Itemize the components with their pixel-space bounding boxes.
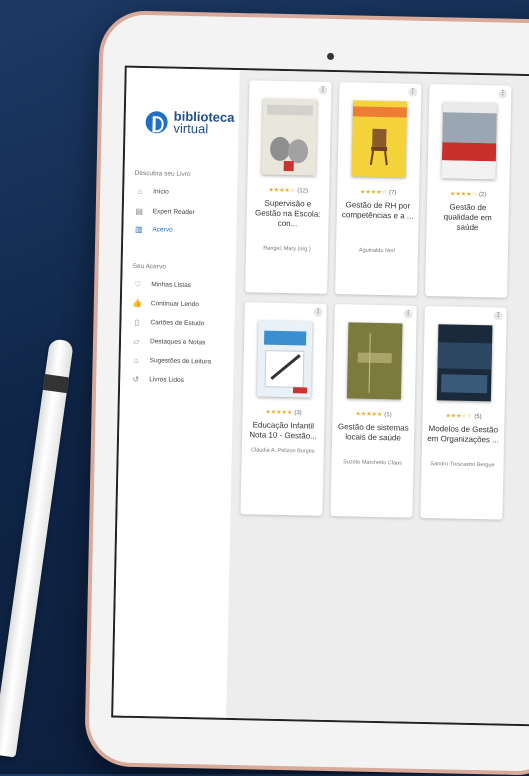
- home-icon: ⌂: [137, 186, 143, 196]
- section-label-discover: Descubra seu Livro: [134, 169, 191, 179]
- cover-art-plain: [357, 332, 392, 393]
- sidebar-item-label: Minhas Listas: [151, 281, 192, 290]
- book-cover[interactable]: [436, 324, 493, 402]
- star-rating-icon: ★★★★☆: [360, 189, 388, 197]
- more-options-icon[interactable]: ⋮: [318, 85, 328, 95]
- star-rating-icon: ★★★★☆: [449, 191, 478, 199]
- section-label-collection: Seu Acervo: [132, 262, 166, 271]
- history-icon: ↺: [132, 374, 140, 384]
- book-card[interactable]: ⋮ ★★★★★ (3) Educação Infantil Nota 10 - G…: [240, 302, 327, 516]
- rating: ★★★☆☆ (5): [422, 412, 504, 421]
- sidebar-item-livros-lidos[interactable]: ↺ Livros Lidos: [130, 375, 184, 385]
- grid-icon: ▤: [135, 206, 144, 217]
- sidebar-item-expert-reader[interactable]: ▤ Expert Reader: [134, 207, 195, 217]
- cover-art-health: [441, 112, 497, 180]
- logo-icon: [145, 111, 168, 134]
- star-rating-icon: ★★★★☆: [268, 187, 296, 195]
- rating: ★★★★★ (1): [332, 410, 414, 419]
- star-rating-icon: ★★★★★: [265, 409, 293, 417]
- rating: ★★★★☆ (7): [337, 188, 419, 197]
- heart-icon: ♡: [134, 279, 142, 290]
- book-card[interactable]: ⋮ ★★★★☆ (2) Gestão de qualidade em saúde: [425, 83, 512, 298]
- library-icon: ▥: [135, 224, 143, 235]
- book-card[interactable]: ⋮ ★★★★☆ (12) Supervisão e Gestão na Escol…: [245, 80, 332, 294]
- book-title[interactable]: Gestão de qualidade em saúde: [431, 202, 504, 234]
- brand-logo[interactable]: biblioteca virtual: [145, 109, 235, 137]
- book-author: Aguinaldo Neri: [358, 247, 396, 255]
- book-title[interactable]: Supervisão e Gestão na Escola: con...: [251, 198, 324, 230]
- book-title[interactable]: Gestão de sistemas locais de saúde: [337, 422, 409, 444]
- book-author: Cláudia A. Pelizon Borges: [250, 447, 315, 455]
- rating-count: (1): [384, 412, 392, 419]
- more-options-icon[interactable]: ⋮: [408, 87, 418, 97]
- rating-count: (7): [388, 190, 397, 197]
- sidebar-item-acervo[interactable]: ▥ Acervo: [133, 224, 173, 235]
- book-title[interactable]: Gestão de RH por competências e a ...: [342, 200, 414, 222]
- rating-count: (5): [474, 414, 482, 421]
- sidebar-item-cartoes-de-estudo[interactable]: ▯ Cartões de Estudo: [131, 317, 205, 329]
- brand-name: biblioteca virtual: [173, 109, 234, 137]
- star-rating-icon: ★★★★★: [355, 411, 383, 419]
- cover-art-pen: [263, 330, 308, 394]
- rating: ★★★★☆ (12): [247, 186, 329, 195]
- book-author: Suzete Marchetto Claus: [343, 459, 402, 467]
- book-author: Rangel, Mary (org.): [263, 245, 311, 253]
- sidebar-item-sugestoes-de-leitura[interactable]: ☼ Sugestões de Leitura: [131, 356, 212, 367]
- sidebar-item-inicio[interactable]: ⌂ Início: [134, 187, 169, 197]
- sidebar-item-continuar-lendo[interactable]: 👍 Continuar Lendo: [132, 299, 199, 309]
- sidebar-item-destaques-e-notas[interactable]: ▱ Destaques e Notas: [131, 337, 205, 348]
- book-grid: ⋮ ★★★★☆ (12) Supervisão e Gestão na Escol…: [226, 70, 529, 725]
- more-options-icon[interactable]: ⋮: [403, 309, 413, 319]
- book-title[interactable]: Educação Infantil Nota 10 - Gestão...: [247, 420, 319, 442]
- rating: ★★★★★ (3): [243, 408, 325, 417]
- book-cover[interactable]: [261, 98, 318, 176]
- book-cover[interactable]: [256, 320, 313, 398]
- cover-art-dark: [437, 342, 493, 394]
- sidebar-item-label: Cartões de Estudo: [150, 319, 205, 328]
- more-options-icon[interactable]: ⋮: [493, 311, 503, 321]
- cards-icon: ▯: [134, 317, 140, 327]
- book-title[interactable]: Modelos de Gestão em Organizações ...: [427, 424, 499, 446]
- sidebar-item-label: Início: [153, 188, 169, 196]
- book-cover[interactable]: [351, 100, 408, 178]
- book-cover[interactable]: [441, 102, 498, 180]
- sidebar-item-label: Destaques e Notas: [149, 338, 206, 347]
- pencil-band: [42, 373, 69, 394]
- book-author: Sandro Trescastro Bergue: [430, 461, 495, 469]
- cover-art-pots: [266, 104, 314, 172]
- cover-art-chair: [352, 106, 407, 166]
- lightbulb-icon: ☼: [132, 355, 140, 365]
- note-icon: ▱: [133, 336, 140, 346]
- book-card[interactable]: ⋮ ★★★☆☆ (5) Modelos de Gestão em Organiza…: [420, 305, 507, 520]
- sidebar: biblioteca virtual Descubra seu Livro ⌂ …: [113, 67, 240, 718]
- stylus-pencil: [0, 338, 74, 758]
- sidebar-item-label: Livros Lidos: [149, 376, 184, 384]
- sidebar-item-minhas-listas[interactable]: ♡ Minhas Listas: [132, 280, 191, 290]
- camera-dot: [326, 52, 335, 60]
- book-cover[interactable]: [346, 322, 403, 400]
- book-card[interactable]: ⋮ ★★★★★ (1) Gestão de sistemas locais de …: [330, 304, 417, 518]
- rating: ★★★★☆ (2): [427, 190, 509, 199]
- star-rating-icon: ★★★☆☆: [445, 413, 473, 420]
- more-options-icon[interactable]: ⋮: [498, 89, 508, 99]
- rating-count: (2): [478, 192, 487, 199]
- thumbs-up-icon: 👍: [132, 298, 143, 309]
- book-card[interactable]: ⋮ ★★★★☆ (7) Gestão de RH por competências…: [335, 82, 422, 296]
- sidebar-item-label: Sugestões de Leitura: [149, 357, 212, 366]
- sidebar-item-label: Acervo: [152, 226, 173, 234]
- tablet-frame: biblioteca virtual Descubra seu Livro ⌂ …: [84, 10, 529, 776]
- app-screen: biblioteca virtual Descubra seu Livro ⌂ …: [111, 65, 529, 727]
- rating-count: (12): [297, 188, 309, 195]
- sidebar-item-label: Expert Reader: [152, 208, 195, 217]
- rating-count: (3): [294, 410, 302, 417]
- sidebar-item-label: Continuar Lendo: [150, 300, 199, 309]
- more-options-icon[interactable]: ⋮: [313, 307, 323, 317]
